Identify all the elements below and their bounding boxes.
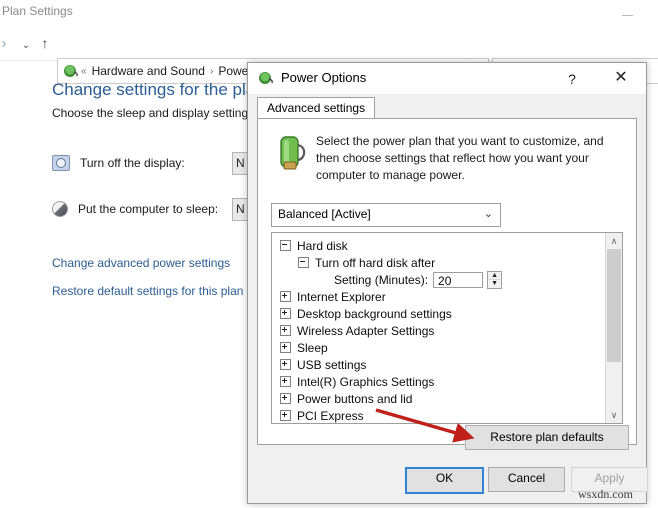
tree-row[interactable]: Internet Explorer: [272, 288, 622, 305]
control-panel-titlebar: Plan Settings: [0, 0, 658, 27]
help-icon[interactable]: ?: [558, 68, 586, 90]
display-icon: [52, 155, 70, 171]
spinner-up-icon[interactable]: ▲: [488, 272, 502, 280]
tree-row[interactable]: Power buttons and lid: [272, 390, 622, 407]
power-plan-value: Balanced [Active]: [278, 207, 371, 221]
link-restore-default-settings[interactable]: Restore default settings for this plan: [52, 284, 243, 298]
advanced-settings-tree[interactable]: Hard disk Turn off hard disk after Setting…: [271, 232, 623, 424]
battery-plug-icon: [272, 133, 310, 173]
setting-minutes-input[interactable]: 20: [433, 271, 484, 288]
expand-icon[interactable]: [280, 410, 291, 421]
page-subtitle: Choose the sleep and display setting: [52, 106, 249, 120]
breadcrumb-chevrons[interactable]: «: [79, 66, 89, 77]
back-icon[interactable]: ›: [0, 35, 13, 52]
minimize-button[interactable]: [612, 2, 642, 24]
moon-icon: [52, 201, 68, 217]
scroll-up-icon[interactable]: ∧: [606, 233, 622, 249]
tree-scrollbar[interactable]: ∧ ∨: [605, 233, 622, 423]
tree-row-label: PCI Express: [297, 408, 364, 423]
tree-row[interactable]: Sleep: [272, 339, 622, 356]
dialog-tabstrip: Advanced settings: [257, 97, 637, 119]
dialog-tab-page: Select the power plan that you want to c…: [257, 118, 637, 450]
dialog-titlebar: Power Options ? ✕: [248, 63, 646, 95]
expand-icon[interactable]: [280, 393, 291, 404]
cancel-button[interactable]: Cancel: [488, 467, 565, 492]
dialog-description: Select the power plan that you want to c…: [316, 134, 604, 182]
tree-row[interactable]: Turn off hard disk after: [272, 254, 622, 271]
scroll-down-icon[interactable]: ∨: [606, 407, 622, 423]
collapse-icon[interactable]: [298, 257, 309, 268]
up-icon[interactable]: ↑: [36, 35, 54, 52]
expand-icon[interactable]: [280, 308, 291, 319]
setting-minutes-row: Setting (Minutes): 20 ▲ ▼: [334, 270, 503, 289]
expand-icon[interactable]: [280, 376, 291, 387]
tree-row[interactable]: Intel(R) Graphics Settings: [272, 373, 622, 390]
expand-icon[interactable]: [280, 359, 291, 370]
navigation-bar: › ⌄ ↑ « Hardware and Sound › Power Optio…: [0, 27, 658, 84]
power-plan-dropdown[interactable]: Balanced [Active] ⌄: [271, 203, 501, 227]
breadcrumb-separator: ›: [209, 65, 214, 77]
power-options-dialog: Power Options ? ✕ Advanced settings Sele…: [247, 62, 648, 504]
spinner-down-icon[interactable]: ▼: [488, 280, 501, 288]
dialog-title: Power Options: [281, 70, 367, 85]
tree-row-label: Hard disk: [297, 238, 348, 253]
tab-advanced-settings[interactable]: Advanced settings: [257, 97, 376, 119]
tree-row[interactable]: Setting (Minutes): 20 ▲ ▼: [272, 270, 622, 289]
tree-row-label: USB settings: [297, 357, 367, 372]
watermark: wsxdn.com: [578, 487, 633, 501]
tree-row-label: Wireless Adapter Settings: [297, 323, 435, 338]
spinner-buttons[interactable]: ▲ ▼: [487, 270, 503, 289]
expand-icon[interactable]: [280, 342, 291, 353]
chevron-down-icon: ⌄: [483, 208, 493, 220]
setting-row-sleep: Put the computer to sleep:: [52, 198, 218, 220]
window-title: Plan Settings: [2, 4, 73, 18]
ok-button[interactable]: OK: [405, 467, 484, 494]
tree-row-label: Desktop background settings: [297, 306, 452, 321]
setting-minutes-label: Setting (Minutes):: [334, 272, 429, 287]
collapse-icon[interactable]: [280, 240, 291, 251]
close-icon[interactable]: ✕: [606, 68, 636, 90]
tree-row-label: Intel(R) Graphics Settings: [297, 374, 435, 389]
minimize-icon: [621, 15, 633, 16]
link-change-advanced-power-settings[interactable]: Change advanced power settings: [52, 256, 230, 270]
tree-row[interactable]: PCI Express: [272, 407, 622, 423]
tree-row[interactable]: Desktop background settings: [272, 305, 622, 322]
tree-row[interactable]: USB settings: [272, 356, 622, 373]
tree-row-label: Sleep: [297, 340, 328, 355]
expand-icon[interactable]: [280, 291, 291, 302]
tree-row-label: Turn off hard disk after: [315, 255, 436, 270]
expand-icon[interactable]: [280, 325, 291, 336]
tree-row[interactable]: Wireless Adapter Settings: [272, 322, 622, 339]
setting-label: Put the computer to sleep:: [78, 202, 219, 216]
tree-row-label: Internet Explorer: [297, 289, 386, 304]
tree-row-label: Power buttons and lid: [297, 391, 413, 406]
restore-plan-defaults-button[interactable]: Restore plan defaults: [465, 425, 629, 450]
breadcrumb-hardware-and-sound[interactable]: Hardware and Sound: [89, 64, 208, 78]
page-title: Change settings for the plan: [52, 80, 265, 99]
tree-row[interactable]: Hard disk: [272, 237, 622, 254]
scrollbar-thumb[interactable]: [607, 249, 621, 362]
setting-label: Turn off the display:: [80, 156, 185, 170]
power-plug-icon: [257, 70, 274, 87]
power-options-icon: [61, 63, 79, 79]
setting-row-turn-off-display: Turn off the display:: [52, 152, 185, 174]
chevron-down-icon[interactable]: ⌄: [17, 37, 35, 54]
